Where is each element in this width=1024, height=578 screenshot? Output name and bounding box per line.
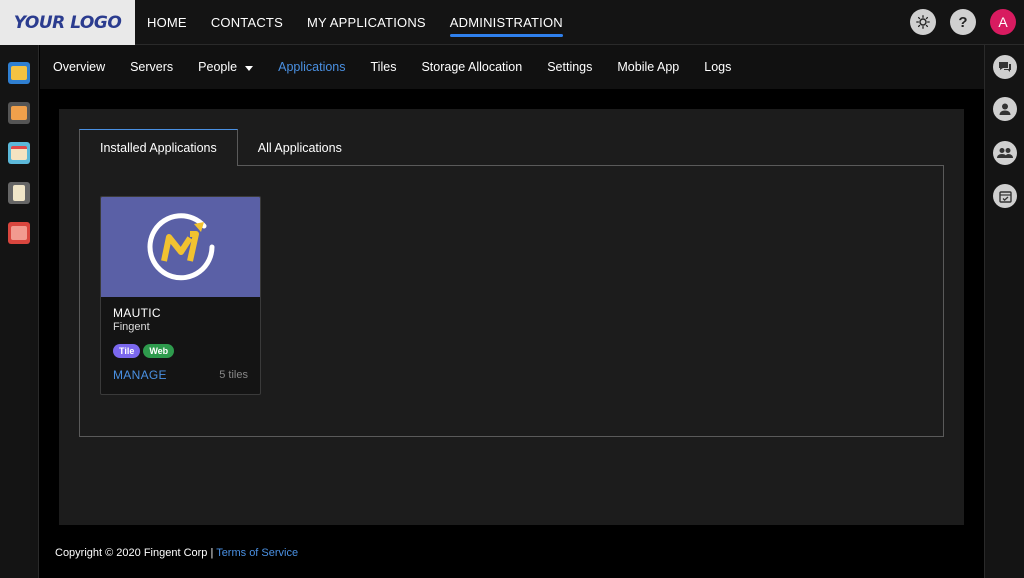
app-card[interactable]: MAUTIC Fingent Tile Web MANAGE 5 tiles (100, 196, 261, 395)
left-sidebar (0, 45, 39, 578)
chat-icon[interactable] (993, 55, 1017, 79)
subnav-applications[interactable]: Applications (278, 60, 345, 74)
topnav-contacts[interactable]: CONTACTS (211, 0, 283, 45)
calendar-icon[interactable] (8, 142, 30, 164)
subnav-storage-allocation[interactable]: Storage Allocation (421, 60, 522, 74)
group-icon[interactable] (993, 141, 1017, 165)
top-bar: YOUR LOGO HOME CONTACTS MY APPLICATIONS … (0, 0, 1024, 45)
avatar[interactable]: A (990, 9, 1016, 35)
footer: Copyright © 2020 Fingent Corp | Terms of… (55, 547, 298, 559)
subnav-people[interactable]: People (198, 60, 254, 74)
subnav-servers[interactable]: Servers (130, 60, 173, 74)
copyright-text: Copyright © 2020 Fingent Corp | (55, 547, 214, 559)
tab-all-applications[interactable]: All Applications (238, 129, 362, 166)
photos-icon[interactable] (8, 222, 30, 244)
help-icon[interactable]: ? (950, 9, 976, 35)
applications-panel: Installed Applications All Applications … (59, 109, 964, 525)
badge-tile: Tile (113, 344, 141, 358)
app-name: MAUTIC (113, 306, 161, 320)
tab-content: MAUTIC Fingent Tile Web MANAGE 5 tiles (79, 165, 944, 437)
subnav-settings[interactable]: Settings (547, 60, 592, 74)
app-tabs: Installed Applications All Applications (79, 129, 362, 166)
sub-nav: Overview Servers People Applications Til… (40, 45, 984, 89)
mautic-logo-icon (147, 213, 214, 281)
app-image (101, 197, 260, 297)
subnav-tiles[interactable]: Tiles (371, 60, 397, 74)
terms-of-service-link[interactable]: Terms of Service (216, 547, 298, 559)
right-sidebar (984, 45, 1024, 578)
subnav-people-label: People (198, 60, 238, 74)
subnav-mobile-app[interactable]: Mobile App (617, 60, 679, 74)
badge-web: Web (143, 344, 175, 358)
subnav-logs[interactable]: Logs (704, 60, 731, 74)
calendar-check-icon[interactable] (993, 184, 1017, 208)
clipboard-icon[interactable] (8, 182, 30, 204)
user-icon[interactable] (993, 97, 1017, 121)
tiles-count: 5 tiles (219, 369, 248, 381)
subnav-overview[interactable]: Overview (53, 60, 105, 74)
folder-icon[interactable] (8, 62, 30, 84)
logo[interactable]: YOUR LOGO (0, 0, 135, 45)
logo-text: YOUR LOGO (13, 12, 122, 33)
app-badges: Tile Web (113, 344, 175, 358)
topnav-administration[interactable]: ADMINISTRATION (449, 0, 563, 45)
manage-button[interactable]: MANAGE (113, 368, 167, 382)
chevron-down-icon (245, 65, 254, 71)
topnav-home[interactable]: HOME (147, 0, 187, 45)
brightness-icon[interactable] (910, 9, 936, 35)
top-icons: ? A (910, 9, 1016, 35)
app-vendor: Fingent (113, 321, 150, 333)
tab-installed-applications[interactable]: Installed Applications (79, 129, 238, 166)
topnav-my-applications[interactable]: MY APPLICATIONS (307, 0, 426, 45)
top-nav: HOME CONTACTS MY APPLICATIONS ADMINISTRA… (147, 0, 587, 45)
inbox-icon[interactable] (8, 102, 30, 124)
